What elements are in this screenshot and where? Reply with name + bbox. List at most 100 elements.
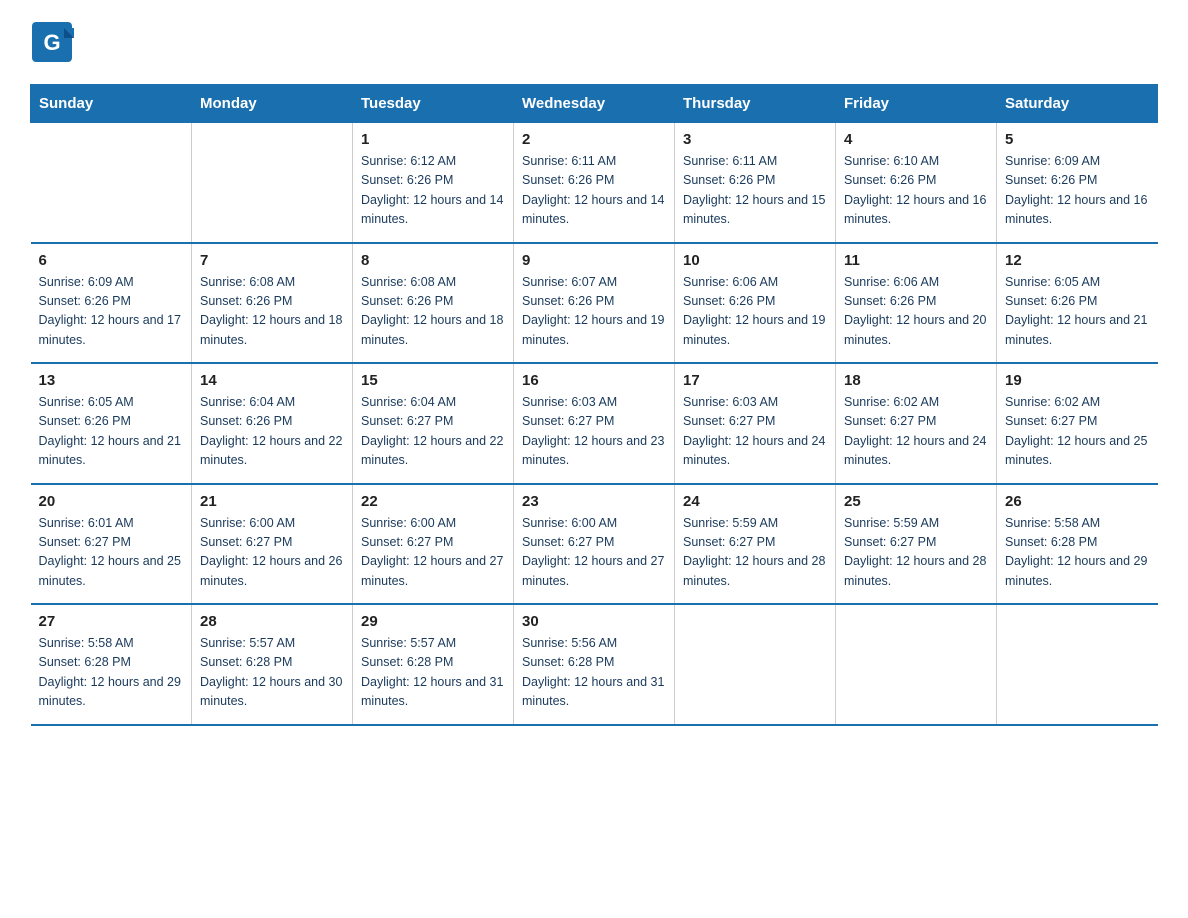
day-detail: Sunrise: 6:10 AMSunset: 6:26 PMDaylight:… <box>844 152 988 230</box>
day-number: 15 <box>361 372 505 389</box>
day-detail: Sunrise: 6:06 AMSunset: 6:26 PMDaylight:… <box>683 273 827 351</box>
day-number: 2 <box>522 131 666 148</box>
calendar-cell: 4 Sunrise: 6:10 AMSunset: 6:26 PMDaylight… <box>836 123 997 243</box>
calendar-cell: 23 Sunrise: 6:00 AMSunset: 6:27 PMDayligh… <box>514 484 675 605</box>
calendar-cell: 6 Sunrise: 6:09 AMSunset: 6:26 PMDaylight… <box>31 243 192 364</box>
day-number: 26 <box>1005 493 1150 510</box>
day-number: 19 <box>1005 372 1150 389</box>
calendar-cell: 20Sunrise: 6:01 AMSunset: 6:27 PMDayligh… <box>31 484 192 605</box>
day-number: 25 <box>844 493 988 510</box>
calendar-cell: 16Sunrise: 6:03 AMSunset: 6:27 PMDayligh… <box>514 363 675 484</box>
calendar-cell: 7 Sunrise: 6:08 AMSunset: 6:26 PMDaylight… <box>192 243 353 364</box>
calendar-cell: 17 Sunrise: 6:03 AMSunset: 6:27 PMDayligh… <box>675 363 836 484</box>
day-detail: Sunrise: 6:04 AMSunset: 6:26 PMDaylight:… <box>200 393 344 471</box>
day-detail: Sunrise: 6:02 AMSunset: 6:27 PMDaylight:… <box>1005 393 1150 471</box>
day-detail: Sunrise: 5:58 AMSunset: 6:28 PMDaylight:… <box>39 634 184 712</box>
calendar-cell: 9 Sunrise: 6:07 AMSunset: 6:26 PMDaylight… <box>514 243 675 364</box>
day-detail: Sunrise: 6:07 AMSunset: 6:26 PMDaylight:… <box>522 273 666 351</box>
day-detail: Sunrise: 5:57 AMSunset: 6:28 PMDaylight:… <box>200 634 344 712</box>
day-number: 5 <box>1005 131 1150 148</box>
day-number: 23 <box>522 493 666 510</box>
day-number: 27 <box>39 613 184 630</box>
day-detail: Sunrise: 6:08 AMSunset: 6:26 PMDaylight:… <box>361 273 505 351</box>
day-detail: Sunrise: 5:59 AMSunset: 6:27 PMDaylight:… <box>683 514 827 592</box>
calendar-cell: 28Sunrise: 5:57 AMSunset: 6:28 PMDayligh… <box>192 604 353 725</box>
col-wednesday: Wednesday <box>514 85 675 123</box>
calendar-cell: 24Sunrise: 5:59 AMSunset: 6:27 PMDayligh… <box>675 484 836 605</box>
day-number: 14 <box>200 372 344 389</box>
day-number: 13 <box>39 372 184 389</box>
calendar-cell: 29 Sunrise: 5:57 AMSunset: 6:28 PMDayligh… <box>353 604 514 725</box>
calendar-cell <box>997 604 1158 725</box>
page-header: G <box>30 20 1158 64</box>
day-number: 30 <box>522 613 666 630</box>
calendar-cell: 5 Sunrise: 6:09 AMSunset: 6:26 PMDaylight… <box>997 123 1158 243</box>
calendar-cell: 15Sunrise: 6:04 AMSunset: 6:27 PMDayligh… <box>353 363 514 484</box>
day-number: 1 <box>361 131 505 148</box>
calendar-cell: 26Sunrise: 5:58 AMSunset: 6:28 PMDayligh… <box>997 484 1158 605</box>
calendar-cell: 10 Sunrise: 6:06 AMSunset: 6:26 PMDayligh… <box>675 243 836 364</box>
day-number: 16 <box>522 372 666 389</box>
day-detail: Sunrise: 5:59 AMSunset: 6:27 PMDaylight:… <box>844 514 988 592</box>
calendar-week-row: 13 Sunrise: 6:05 AMSunset: 6:26 PMDayligh… <box>31 363 1158 484</box>
calendar-cell: 21Sunrise: 6:00 AMSunset: 6:27 PMDayligh… <box>192 484 353 605</box>
day-number: 21 <box>200 493 344 510</box>
day-number: 22 <box>361 493 505 510</box>
day-detail: Sunrise: 6:11 AMSunset: 6:26 PMDaylight:… <box>683 152 827 230</box>
day-number: 4 <box>844 131 988 148</box>
day-number: 7 <box>200 252 344 269</box>
calendar-cell <box>31 123 192 243</box>
day-detail: Sunrise: 6:02 AMSunset: 6:27 PMDaylight:… <box>844 393 988 471</box>
svg-text:G: G <box>43 30 60 55</box>
calendar-cell: 11 Sunrise: 6:06 AMSunset: 6:26 PMDayligh… <box>836 243 997 364</box>
day-number: 17 <box>683 372 827 389</box>
day-number: 8 <box>361 252 505 269</box>
day-detail: Sunrise: 6:00 AMSunset: 6:27 PMDaylight:… <box>522 514 666 592</box>
col-monday: Monday <box>192 85 353 123</box>
col-tuesday: Tuesday <box>353 85 514 123</box>
calendar-cell: 2Sunrise: 6:11 AMSunset: 6:26 PMDaylight… <box>514 123 675 243</box>
calendar-week-row: 1 Sunrise: 6:12 AMSunset: 6:26 PMDaylight… <box>31 123 1158 243</box>
calendar-cell: 25 Sunrise: 5:59 AMSunset: 6:27 PMDayligh… <box>836 484 997 605</box>
day-detail: Sunrise: 6:01 AMSunset: 6:27 PMDaylight:… <box>39 514 184 592</box>
calendar-cell <box>836 604 997 725</box>
calendar-cell: 3Sunrise: 6:11 AMSunset: 6:26 PMDaylight… <box>675 123 836 243</box>
col-thursday: Thursday <box>675 85 836 123</box>
day-detail: Sunrise: 6:03 AMSunset: 6:27 PMDaylight:… <box>683 393 827 471</box>
day-detail: Sunrise: 6:05 AMSunset: 6:26 PMDaylight:… <box>1005 273 1150 351</box>
calendar-cell: 19 Sunrise: 6:02 AMSunset: 6:27 PMDayligh… <box>997 363 1158 484</box>
calendar-cell: 18 Sunrise: 6:02 AMSunset: 6:27 PMDayligh… <box>836 363 997 484</box>
day-number: 18 <box>844 372 988 389</box>
calendar-week-row: 27 Sunrise: 5:58 AMSunset: 6:28 PMDayligh… <box>31 604 1158 725</box>
day-detail: Sunrise: 5:57 AMSunset: 6:28 PMDaylight:… <box>361 634 505 712</box>
col-friday: Friday <box>836 85 997 123</box>
day-number: 29 <box>361 613 505 630</box>
col-sunday: Sunday <box>31 85 192 123</box>
day-number: 6 <box>39 252 184 269</box>
day-detail: Sunrise: 6:09 AMSunset: 6:26 PMDaylight:… <box>39 273 184 351</box>
logo: G <box>30 20 80 64</box>
day-detail: Sunrise: 6:09 AMSunset: 6:26 PMDaylight:… <box>1005 152 1150 230</box>
day-detail: Sunrise: 6:08 AMSunset: 6:26 PMDaylight:… <box>200 273 344 351</box>
calendar-cell: 14 Sunrise: 6:04 AMSunset: 6:26 PMDayligh… <box>192 363 353 484</box>
day-detail: Sunrise: 6:12 AMSunset: 6:26 PMDaylight:… <box>361 152 505 230</box>
calendar-cell <box>192 123 353 243</box>
calendar-header-row: Sunday Monday Tuesday Wednesday Thursday… <box>31 85 1158 123</box>
calendar-cell: 30 Sunrise: 5:56 AMSunset: 6:28 PMDayligh… <box>514 604 675 725</box>
calendar-cell: 8 Sunrise: 6:08 AMSunset: 6:26 PMDaylight… <box>353 243 514 364</box>
day-detail: Sunrise: 6:06 AMSunset: 6:26 PMDaylight:… <box>844 273 988 351</box>
day-detail: Sunrise: 5:56 AMSunset: 6:28 PMDaylight:… <box>522 634 666 712</box>
calendar-cell: 22 Sunrise: 6:00 AMSunset: 6:27 PMDayligh… <box>353 484 514 605</box>
calendar-cell: 12Sunrise: 6:05 AMSunset: 6:26 PMDayligh… <box>997 243 1158 364</box>
calendar-week-row: 6 Sunrise: 6:09 AMSunset: 6:26 PMDaylight… <box>31 243 1158 364</box>
col-saturday: Saturday <box>997 85 1158 123</box>
day-detail: Sunrise: 6:00 AMSunset: 6:27 PMDaylight:… <box>361 514 505 592</box>
calendar-cell: 1 Sunrise: 6:12 AMSunset: 6:26 PMDaylight… <box>353 123 514 243</box>
day-detail: Sunrise: 6:05 AMSunset: 6:26 PMDaylight:… <box>39 393 184 471</box>
calendar-cell: 27 Sunrise: 5:58 AMSunset: 6:28 PMDayligh… <box>31 604 192 725</box>
day-number: 10 <box>683 252 827 269</box>
day-number: 9 <box>522 252 666 269</box>
logo-icon: G <box>30 20 74 64</box>
calendar-cell: 13 Sunrise: 6:05 AMSunset: 6:26 PMDayligh… <box>31 363 192 484</box>
day-number: 11 <box>844 252 988 269</box>
